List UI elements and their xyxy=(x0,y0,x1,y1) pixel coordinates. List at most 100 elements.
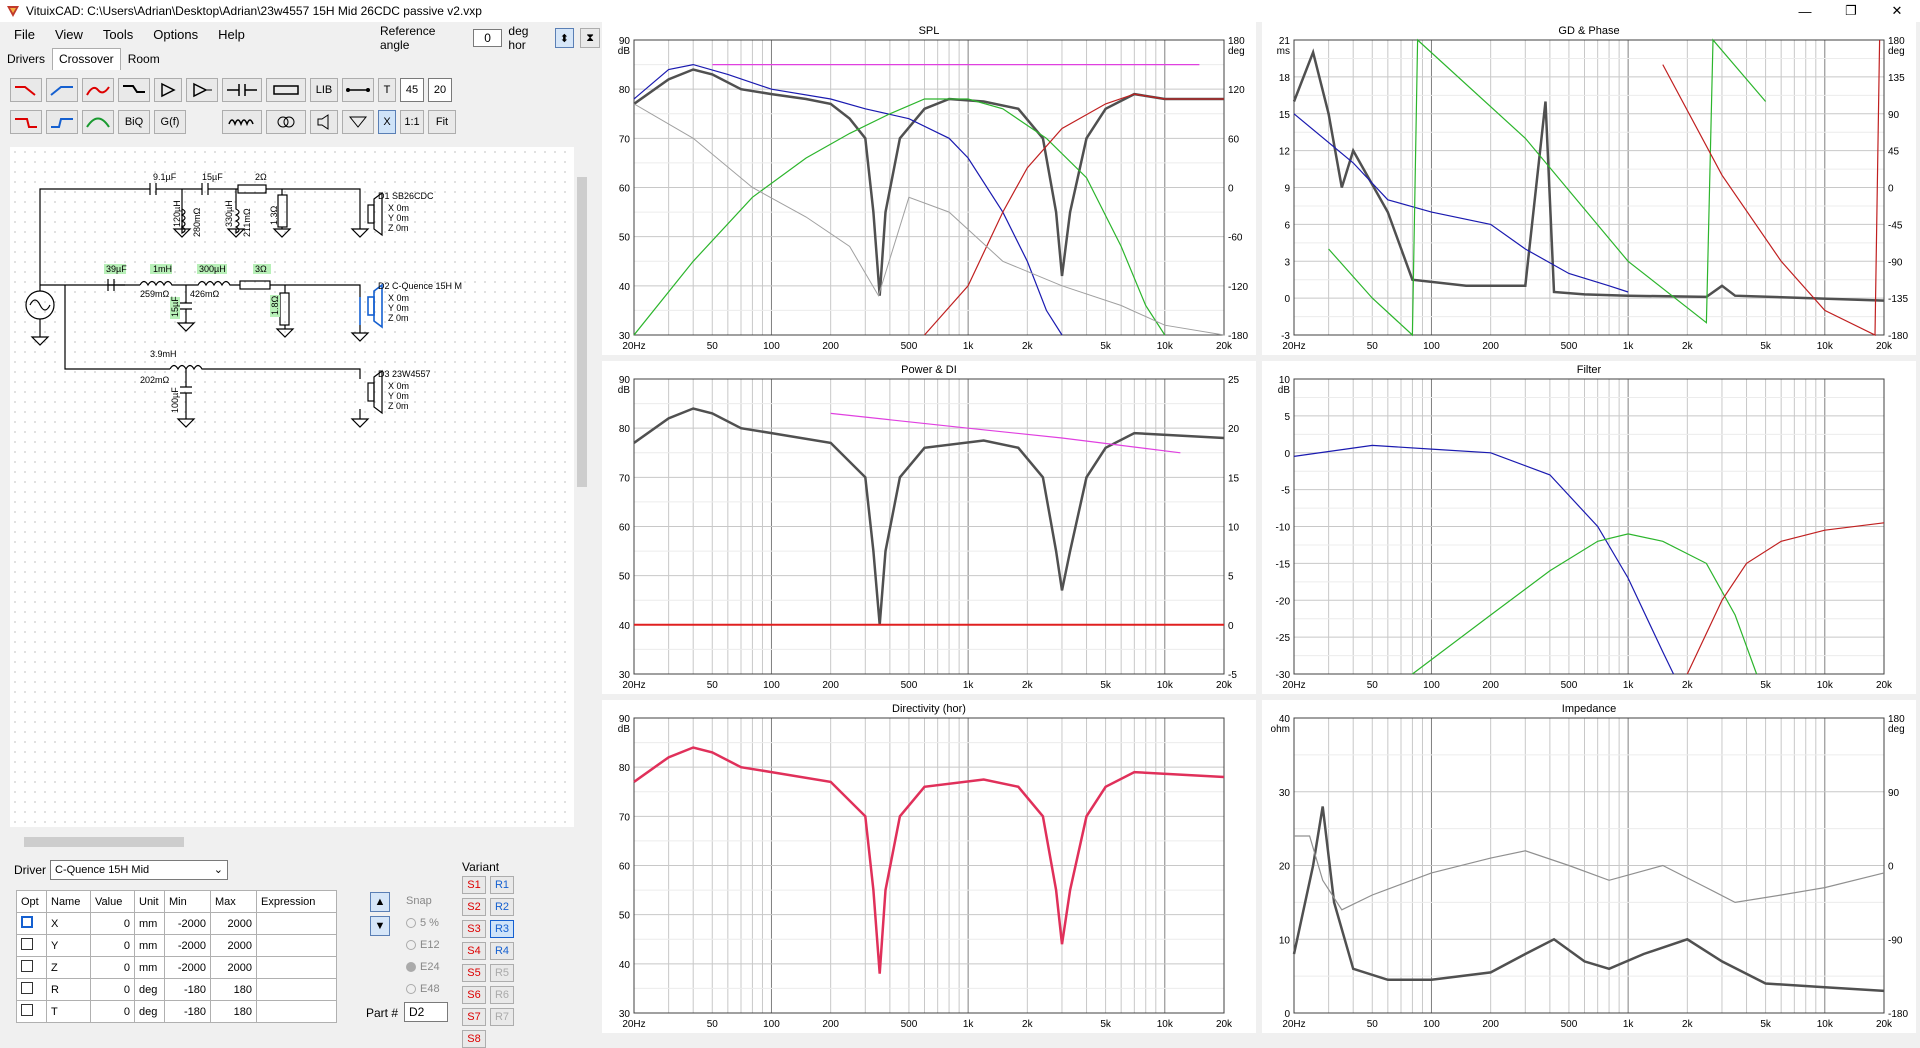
highpass2-blue-icon[interactable] xyxy=(46,110,78,134)
component-l1[interactable]: 120µH xyxy=(172,200,182,227)
grid-value-2[interactable]: 20 xyxy=(428,78,452,102)
x-button[interactable]: X xyxy=(378,110,396,134)
ground-icon[interactable] xyxy=(342,110,374,134)
buffer-icon[interactable] xyxy=(186,78,218,102)
component-l2[interactable]: 330µH xyxy=(224,200,234,227)
driver-d3-label[interactable]: D3 23W4557 xyxy=(378,369,431,379)
resistor-icon[interactable] xyxy=(266,78,306,102)
menu-options[interactable]: Options xyxy=(143,27,208,42)
lib-button[interactable]: LIB xyxy=(310,78,338,102)
menu-view[interactable]: View xyxy=(45,27,93,42)
spl-graph[interactable]: SPL20Hz 50 100 200 500 1k 2k 5k 10k 20k9080706050… xyxy=(602,22,1256,355)
bandpass-green-icon[interactable] xyxy=(82,110,114,134)
y2-tick-label: 0 xyxy=(1228,621,1234,632)
component-r2[interactable]: 1.3Ω xyxy=(269,205,279,225)
highpass-blue-icon[interactable] xyxy=(46,78,78,102)
variant-s5[interactable]: S5 xyxy=(462,964,486,982)
bandpass-red-icon[interactable] xyxy=(82,78,114,102)
opt-checkbox[interactable] xyxy=(21,960,33,972)
biq-button[interactable]: BiQ xyxy=(118,110,150,134)
component-l4[interactable]: 300µH xyxy=(199,264,226,274)
lowpass2-red-icon[interactable] xyxy=(10,110,42,134)
filter-graph[interactable]: Filter20Hz 50 100 200 500 1k 2k 5k 10k 20k1050-5-… xyxy=(1262,361,1916,694)
driver-d2-label[interactable]: D2 C-Quence 15H M xyxy=(378,281,462,291)
opt-checkbox[interactable] xyxy=(21,1004,33,1016)
y-unit: dB xyxy=(618,385,631,396)
capacitor-icon[interactable] xyxy=(222,78,262,102)
variant-r1[interactable]: R1 xyxy=(490,876,514,894)
t-button[interactable]: T xyxy=(378,78,396,102)
y2-tick-label: 15 xyxy=(1228,473,1240,484)
menu-help[interactable]: Help xyxy=(208,27,255,42)
component-l5[interactable]: 3.9mH xyxy=(150,349,177,359)
opt-checkbox[interactable] xyxy=(21,982,33,994)
x-tick-label: 20Hz xyxy=(1282,1019,1305,1030)
variant-s2[interactable]: S2 xyxy=(462,898,486,916)
close-button[interactable]: ✕ xyxy=(1874,0,1920,22)
directivity-graph[interactable]: Directivity (hor) 20Hz 50 100 200 500 1k 2k 5k 10… xyxy=(602,700,1256,1033)
table-row[interactable]: X 0 mm -2000 2000 xyxy=(16,912,337,935)
power-di-graph[interactable]: Power & DI20Hz 50 100 200 500 1k 2k 5k 10k 20k908… xyxy=(602,361,1256,694)
variant-r3[interactable]: R3 xyxy=(490,920,514,938)
zoom-1-1-button[interactable]: 1:1 xyxy=(400,110,424,134)
component-r4[interactable]: 1.8Ω xyxy=(270,295,280,315)
opt-checkbox[interactable] xyxy=(21,916,33,928)
tab-drivers[interactable]: Drivers xyxy=(0,48,52,70)
variant-s7[interactable]: S7 xyxy=(462,1008,486,1026)
component-c3[interactable]: 39µF xyxy=(106,264,127,274)
schematic-horizontal-scrollbar[interactable] xyxy=(10,834,570,850)
component-c1[interactable]: 9.1µF xyxy=(153,172,177,182)
driver-select[interactable]: C-Quence 15H Mid ⌄ xyxy=(50,860,228,880)
variant-r7[interactable]: R7 xyxy=(490,1008,514,1026)
table-row[interactable]: Y 0 mm -2000 2000 xyxy=(16,934,337,957)
tab-room[interactable]: Room xyxy=(121,48,167,70)
variant-s3[interactable]: S3 xyxy=(462,920,486,938)
fit-button[interactable]: Fit xyxy=(428,110,456,134)
variant-r5[interactable]: R5 xyxy=(490,964,514,982)
shelf-icon[interactable] xyxy=(118,78,150,102)
variant-r6[interactable]: R6 xyxy=(490,986,514,1004)
component-c2[interactable]: 15µF xyxy=(202,172,223,182)
component-c5[interactable]: 100µF xyxy=(170,387,180,413)
reference-angle-input[interactable]: 0 xyxy=(472,29,503,47)
grid-value-1[interactable]: 45 xyxy=(400,78,424,102)
angle-updown-icon[interactable]: ⬍ xyxy=(554,28,575,48)
tab-crossover[interactable]: Crossover xyxy=(52,48,121,70)
variant-s4[interactable]: S4 xyxy=(462,942,486,960)
variant-s8: S8 xyxy=(462,1030,486,1048)
variant-s1[interactable]: S1 xyxy=(462,876,486,894)
transformer-icon[interactable] xyxy=(266,110,306,134)
gf-button[interactable]: G(f) xyxy=(154,110,186,134)
schematic-vertical-scrollbar[interactable] xyxy=(574,147,590,827)
variant-s6[interactable]: S6 xyxy=(462,986,486,1004)
table-row[interactable]: R 0 deg -180 180 xyxy=(16,978,337,1001)
speaker-icon[interactable] xyxy=(310,110,338,134)
wire-icon[interactable] xyxy=(342,78,374,102)
lowpass-red-icon[interactable] xyxy=(10,78,42,102)
amplifier-icon[interactable] xyxy=(154,78,182,102)
minimize-button[interactable]: — xyxy=(1782,0,1828,22)
menu-tools[interactable]: Tools xyxy=(93,27,143,42)
move-down-icon[interactable]: ▼ xyxy=(370,916,390,936)
inductor-icon[interactable] xyxy=(222,110,262,134)
variant-r4[interactable]: R4 xyxy=(490,942,514,960)
part-input[interactable]: D2 xyxy=(404,1002,448,1022)
gd-phase-graph[interactable]: GD & Phase20Hz 50 100 200 500 1k 2k 5k 10k 20k211… xyxy=(1262,22,1916,355)
driver-d1-label[interactable]: D1 SB26CDC xyxy=(378,191,434,201)
impedance-graph[interactable]: Impedance20Hz 50 100 200 500 1k 2k 5k 10k 20k4030… xyxy=(1262,700,1916,1033)
svg-text:Y 0m: Y 0m xyxy=(388,213,409,223)
table-row[interactable]: T 0 deg -180 180 xyxy=(16,1000,337,1023)
schematic-canvas[interactable]: 9.1µF 15µF 2Ω 120µH 280mΩ 330µH 211mΩ 1.… xyxy=(10,147,578,827)
component-l3[interactable]: 1mH xyxy=(153,264,172,274)
table-row[interactable]: Z 0 mm -2000 2000 xyxy=(16,956,337,979)
angle-hourglass-icon[interactable]: ⧗ xyxy=(580,28,600,48)
component-r3[interactable]: 3Ω xyxy=(255,264,267,274)
opt-checkbox[interactable] xyxy=(21,938,33,950)
component-r1[interactable]: 2Ω xyxy=(255,172,267,182)
maximize-button[interactable]: ❐ xyxy=(1828,0,1874,22)
component-c4[interactable]: 15µF xyxy=(170,296,180,317)
variant-r2[interactable]: R2 xyxy=(490,898,514,916)
menu-file[interactable]: File xyxy=(4,27,45,42)
y-tick-label: 80 xyxy=(619,763,631,774)
move-up-icon[interactable]: ▲ xyxy=(370,892,390,912)
